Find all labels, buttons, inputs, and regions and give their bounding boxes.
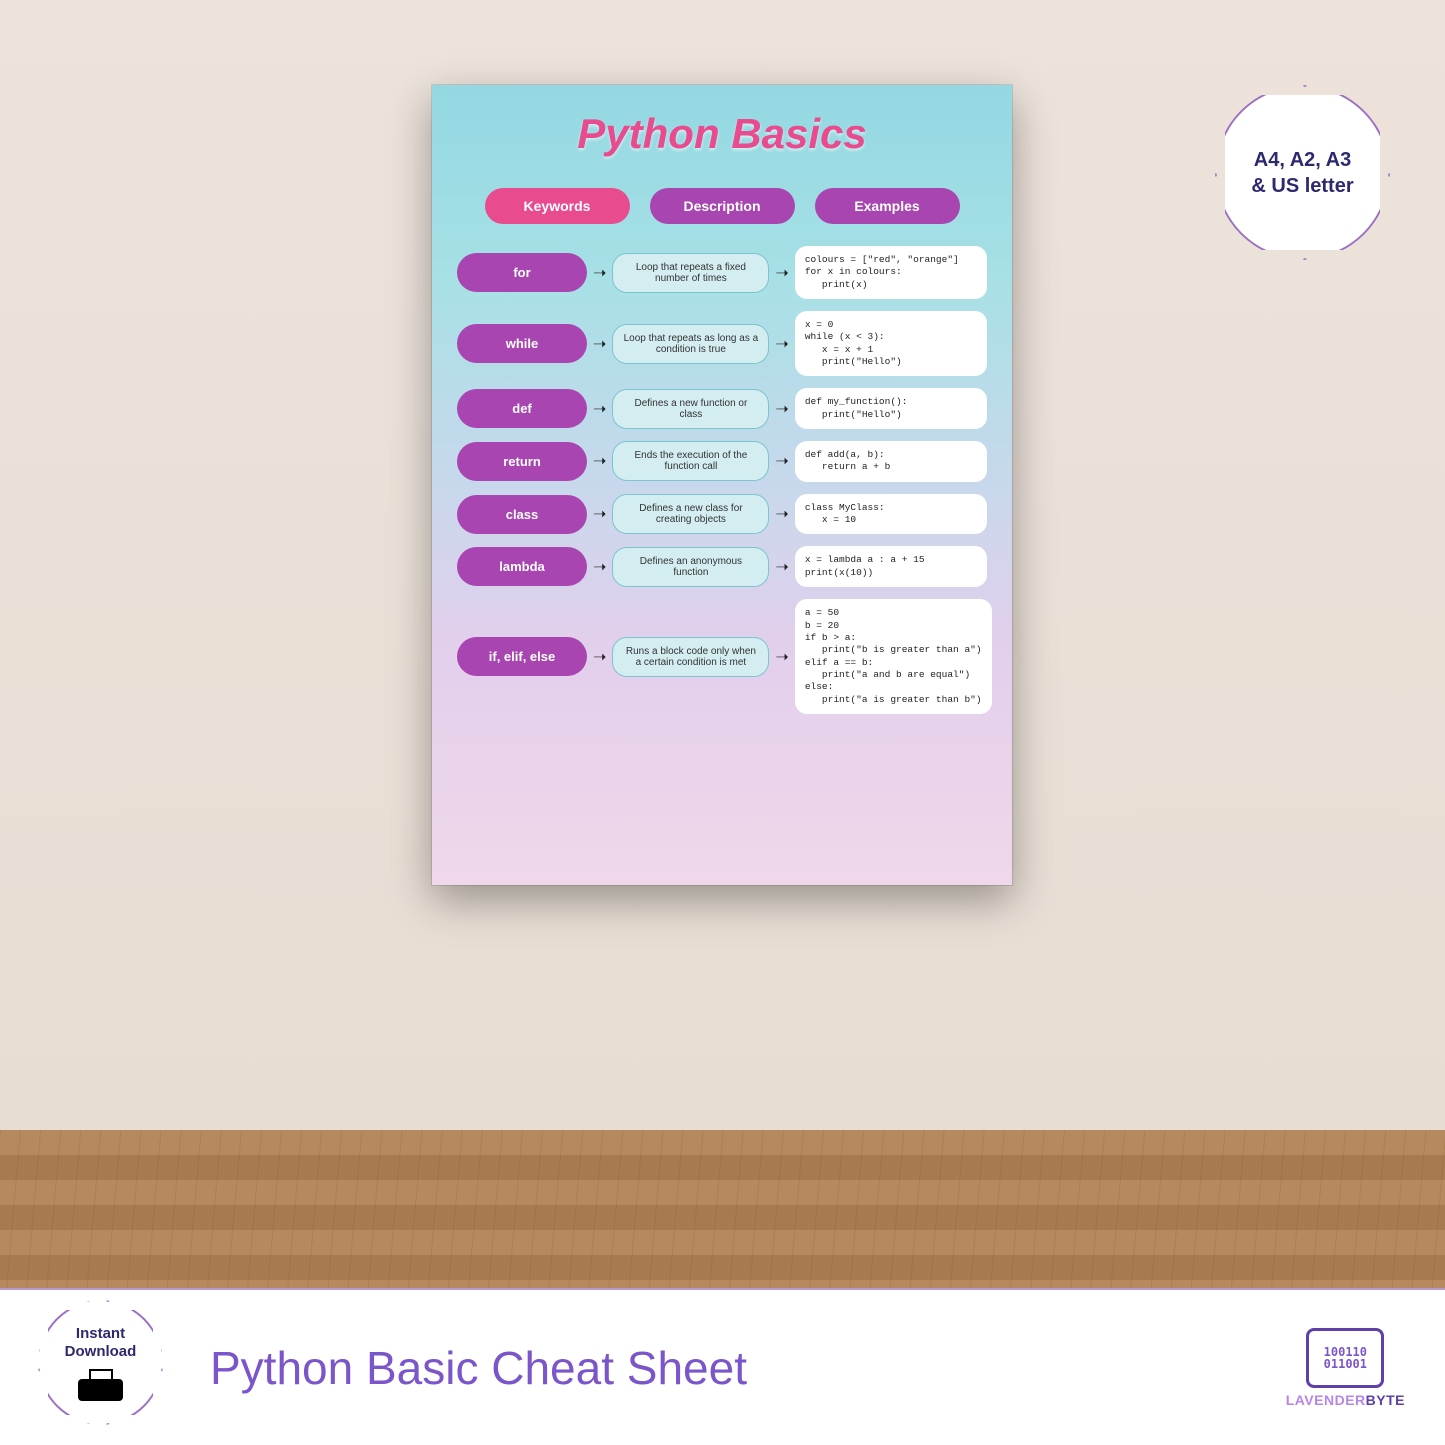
header-keywords: Keywords bbox=[485, 188, 630, 224]
keyword-pill: for bbox=[457, 253, 587, 292]
example-box: def add(a, b): return a + b bbox=[795, 441, 987, 482]
description-box: Ends the execution of the function call bbox=[612, 441, 769, 481]
product-title: Python Basic Cheat Sheet bbox=[210, 1341, 747, 1395]
arrow-icon: ➝ bbox=[593, 647, 606, 667]
example-box: a = 50 b = 20 if b > a: print("b is grea… bbox=[795, 599, 992, 714]
example-box: def my_function(): print("Hello") bbox=[795, 388, 987, 429]
poster: Python Basics Keywords Description Examp… bbox=[432, 85, 1012, 885]
arrow-icon: ➝ bbox=[593, 334, 606, 354]
description-box: Defines a new class for creating objects bbox=[612, 494, 769, 534]
floor-background bbox=[0, 1130, 1445, 1290]
logo-text: LAVENDERBYTE bbox=[1286, 1392, 1405, 1408]
arrow-icon: ➝ bbox=[593, 557, 606, 577]
header-examples: Examples bbox=[815, 188, 960, 224]
example-box: colours = ["red", "orange"] for x in col… bbox=[795, 246, 987, 299]
logo-bin-bottom: 011001 bbox=[1324, 1357, 1367, 1371]
header-description: Description bbox=[650, 188, 795, 224]
example-box: x = lambda a : a + 15 print(x(10)) bbox=[795, 546, 987, 587]
table-row: return ➝ Ends the execution of the functio… bbox=[457, 441, 987, 482]
brand-logo: 100110011001 LAVENDERBYTE bbox=[1286, 1328, 1405, 1408]
sizes-badge: A4, A2, A3 & US letter bbox=[1215, 85, 1390, 260]
arrow-icon: ➝ bbox=[593, 451, 606, 471]
keyword-pill: lambda bbox=[457, 547, 587, 586]
arrow-icon: ➝ bbox=[775, 504, 788, 524]
table-row: while ➝ Loop that repeats as long as a con… bbox=[457, 311, 987, 376]
table-row: if, elif, else ➝ Runs a block code only wh… bbox=[457, 599, 987, 714]
example-box: x = 0 while (x < 3): x = x + 1 print("He… bbox=[795, 311, 987, 376]
printer-icon bbox=[78, 1369, 123, 1401]
keyword-pill: def bbox=[457, 389, 587, 428]
sizes-text: A4, A2, A3 & US letter bbox=[1241, 137, 1363, 209]
description-box: Runs a block code only when a certain co… bbox=[612, 637, 769, 677]
arrow-icon: ➝ bbox=[775, 557, 788, 577]
keyword-pill: class bbox=[457, 495, 587, 534]
description-box: Defines a new function or class bbox=[612, 389, 769, 429]
description-box: Loop that repeats as long as a condition… bbox=[612, 324, 769, 364]
arrow-icon: ➝ bbox=[593, 263, 606, 283]
table-row: lambda ➝ Defines an anonymous function ➝ x =… bbox=[457, 546, 987, 587]
keyword-pill: return bbox=[457, 442, 587, 481]
logo-screen-icon: 100110011001 bbox=[1306, 1328, 1384, 1388]
example-box: class MyClass: x = 10 bbox=[795, 494, 987, 535]
arrow-icon: ➝ bbox=[775, 647, 788, 667]
download-badge: Instant Download bbox=[38, 1300, 163, 1425]
arrow-icon: ➝ bbox=[593, 504, 606, 524]
arrow-icon: ➝ bbox=[775, 451, 788, 471]
keyword-pill: while bbox=[457, 324, 587, 363]
table-row: class ➝ Defines a new class for creating o… bbox=[457, 494, 987, 535]
table-row: def ➝ Defines a new function or class ➝ def … bbox=[457, 388, 987, 429]
column-headers: Keywords Description Examples bbox=[432, 188, 1012, 224]
arrow-icon: ➝ bbox=[775, 334, 788, 354]
poster-title: Python Basics bbox=[432, 110, 1012, 158]
keyword-pill: if, elif, else bbox=[457, 637, 587, 676]
arrow-icon: ➝ bbox=[775, 263, 788, 283]
table-row: for ➝ Loop that repeats a fixed number of … bbox=[457, 246, 987, 299]
arrow-icon: ➝ bbox=[775, 399, 788, 419]
footer-bar: Instant Download Python Basic Cheat Shee… bbox=[0, 1288, 1445, 1445]
rows-container: for ➝ Loop that repeats a fixed number of … bbox=[432, 246, 1012, 714]
description-box: Defines an anonymous function bbox=[612, 547, 769, 587]
download-text: Instant Download bbox=[65, 1325, 137, 1361]
description-box: Loop that repeats a fixed number of time… bbox=[612, 253, 769, 293]
arrow-icon: ➝ bbox=[593, 399, 606, 419]
